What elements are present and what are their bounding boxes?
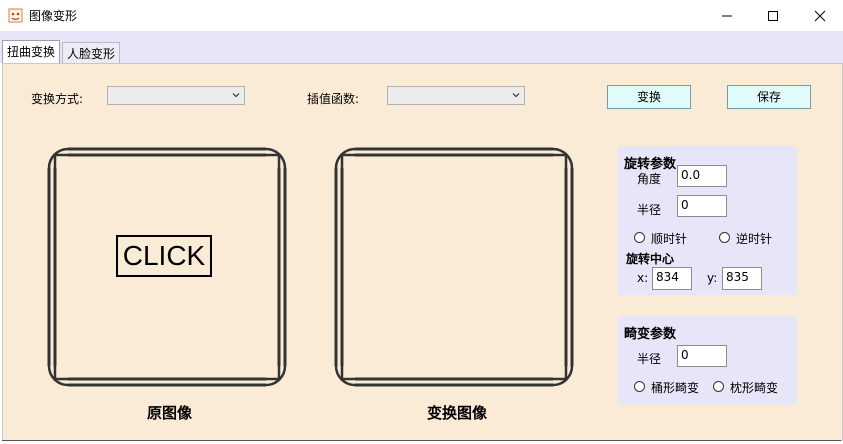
distortion-radius-input[interactable]: 0 [677,345,727,367]
tab-strip: 扭曲变换 人脸变形 [0,31,843,65]
title-bar: 图像变形 [0,0,843,31]
interpolation-label: 插值函数: [307,92,360,106]
minimize-button[interactable] [704,0,750,31]
pincushion-distortion-radio[interactable] [713,381,724,392]
counterclockwise-radio[interactable] [719,232,730,243]
transform-mode-label: 变换方式: [31,92,84,106]
close-icon [814,10,826,21]
maximize-button[interactable] [750,0,796,31]
pincushion-distortion-label: 枕形畸变 [730,381,779,395]
distortion-params-title: 畸变参数 [624,327,677,342]
rotation-center-title: 旋转中心 [626,252,675,266]
window-title: 图像变形 [29,9,78,23]
interpolation-select[interactable] [387,86,525,105]
barrel-distortion-radio[interactable] [634,381,645,392]
original-image-caption: 原图像 [147,404,193,422]
maximize-icon [768,10,778,21]
counterclockwise-label: 逆时针 [736,232,773,246]
app-icon [8,8,23,23]
center-x-input[interactable]: 834 [652,267,692,290]
angle-label: 角度 [637,172,662,186]
clockwise-radio[interactable] [634,232,645,243]
chevron-down-icon [232,93,240,98]
rotation-radius-input[interactable]: 0 [677,195,727,217]
angle-input[interactable]: 0.0 [677,165,727,187]
transformed-image-caption: 变换图像 [427,404,488,422]
close-button[interactable] [797,0,843,31]
frame-corners [334,147,574,387]
tab-distortion-transform[interactable]: 扭曲变换 [2,40,61,65]
center-y-label: y: [707,271,718,285]
transform-mode-select[interactable] [107,86,245,105]
minimize-icon [722,15,732,16]
transformed-image-canvas[interactable] [332,145,576,389]
frame-border [334,147,574,387]
rotation-radius-label: 半径 [637,203,662,217]
save-button[interactable]: 保存 [727,85,811,109]
tab-face-morph[interactable]: 人脸变形 [62,42,121,65]
distortion-radius-label: 半径 [637,352,662,366]
clockwise-label: 顺时针 [651,232,688,246]
window-bottom-border [2,440,841,441]
click-text-box: CLICK [116,235,212,277]
chevron-down-icon [512,93,520,98]
transform-button[interactable]: 变换 [607,85,691,109]
center-y-input[interactable]: 835 [722,267,762,290]
center-x-label: x: [637,271,649,285]
barrel-distortion-label: 桶形畸变 [651,381,700,395]
